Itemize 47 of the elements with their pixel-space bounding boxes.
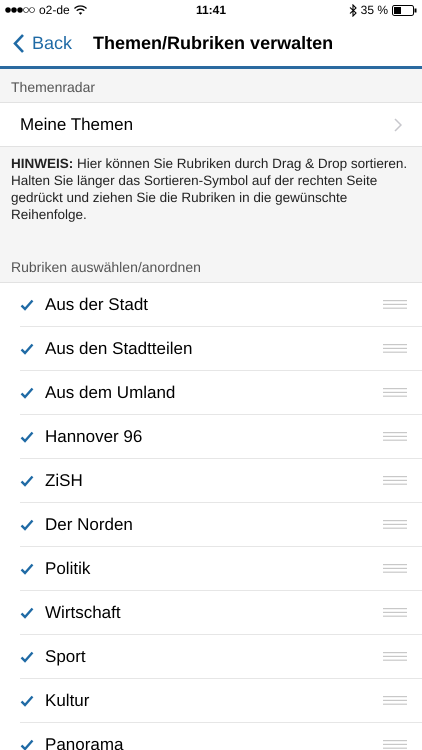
bluetooth-icon xyxy=(348,4,357,16)
status-time: 11:41 xyxy=(196,3,226,17)
category-item[interactable]: Der Norden xyxy=(20,503,422,547)
category-item[interactable]: Politik xyxy=(20,547,422,591)
battery-percent: 35 % xyxy=(360,3,388,17)
category-label: ZiSH xyxy=(45,470,84,490)
category-label: Kultur xyxy=(45,690,90,710)
category-label: Politik xyxy=(45,558,92,578)
category-label: Sport xyxy=(45,646,87,666)
drag-handle-icon[interactable] xyxy=(383,476,407,485)
category-item[interactable]: Aus den Stadtteilen xyxy=(20,327,422,371)
battery-icon xyxy=(392,4,417,16)
drag-handle-icon[interactable] xyxy=(383,432,407,441)
category-item[interactable]: ZiSH xyxy=(20,459,422,503)
drag-handle-icon[interactable] xyxy=(383,388,407,397)
category-item[interactable]: Wirtschaft xyxy=(20,591,422,635)
chevron-left-icon xyxy=(13,32,25,54)
hint-text: HINWEIS: Hier können Sie Rubriken durch Drag & Drop sortieren. Halten Sie länger das Sortieren-Symbol auf der rechten Seite gedrückt und ziehen Sie die Rubriken in die gewünschte Reihenfolge. xyxy=(11,155,408,223)
category-item[interactable]: Kultur xyxy=(20,679,422,723)
category-item[interactable]: Aus dem Umland xyxy=(20,371,422,415)
section-header: Themenradar xyxy=(11,79,96,95)
drag-handle-icon[interactable] xyxy=(383,740,407,749)
drag-handle-icon[interactable] xyxy=(383,652,407,661)
drag-handle-icon[interactable] xyxy=(383,608,407,617)
category-label: Hannover 96 xyxy=(45,426,144,446)
category-item[interactable]: Aus der Stadt xyxy=(20,283,422,327)
category-item[interactable]: Sport xyxy=(20,635,422,679)
category-label: Panorama xyxy=(45,734,124,750)
category-label: Aus der Stadt xyxy=(45,294,150,314)
screen-title: Themen/Rubriken verwalten xyxy=(93,32,334,54)
drag-handle-icon[interactable] xyxy=(383,344,407,353)
drag-handle-icon[interactable] xyxy=(383,300,407,309)
category-label: Aus den Stadtteilen xyxy=(45,338,194,358)
drag-handle-icon[interactable] xyxy=(383,696,407,705)
category-label: Der Norden xyxy=(45,514,134,534)
wifi-icon xyxy=(74,5,87,15)
section-header: Rubriken auswählen/anordnen xyxy=(11,259,201,275)
category-label: Wirtschaft xyxy=(45,602,122,622)
drag-handle-icon[interactable] xyxy=(383,564,407,573)
carrier-name: o2-de xyxy=(39,3,70,17)
category-item[interactable]: Hannover 96 xyxy=(20,415,422,459)
signal-icon xyxy=(5,7,35,13)
back-button[interactable]: Back xyxy=(0,32,72,54)
chevron-right-icon xyxy=(394,118,402,132)
drag-handle-icon[interactable] xyxy=(383,520,407,529)
category-label: Aus dem Umland xyxy=(45,382,176,402)
category-item[interactable]: Panorama xyxy=(20,723,422,750)
